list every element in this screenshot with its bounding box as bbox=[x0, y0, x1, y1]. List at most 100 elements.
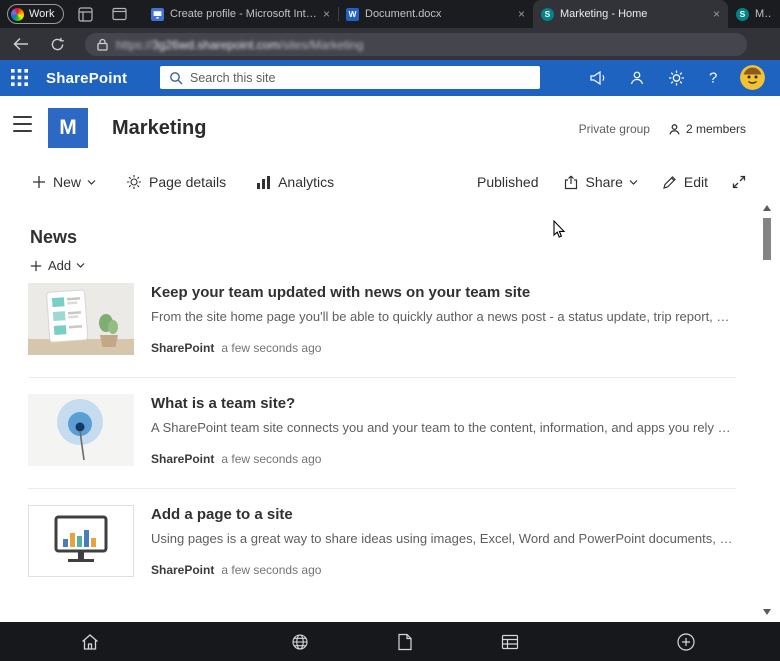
edit-label: Edit bbox=[684, 174, 708, 190]
tab-close-icon[interactable]: × bbox=[323, 8, 330, 20]
news-item-description: A SharePoint team site connects you and … bbox=[151, 420, 736, 435]
sharepoint-brand[interactable]: SharePoint bbox=[46, 70, 127, 87]
members-button[interactable]: 2 members bbox=[668, 122, 746, 136]
pencil-icon bbox=[662, 175, 677, 190]
news-item-text: What is a team site? A SharePoint team s… bbox=[151, 394, 736, 466]
home-icon[interactable] bbox=[81, 633, 99, 650]
news-item[interactable]: Keep your team updated with news on your… bbox=[28, 283, 736, 378]
scroll-down-arrow-icon[interactable] bbox=[763, 609, 771, 615]
url-path: /sites/Marketing bbox=[279, 38, 363, 52]
page-details-gear-icon bbox=[126, 174, 142, 190]
workspaces-icon[interactable] bbox=[78, 7, 93, 22]
tab-title: Create profile - Microsoft Intune bbox=[170, 8, 317, 20]
expand-page-button[interactable] bbox=[732, 175, 746, 189]
person-icon bbox=[668, 123, 681, 136]
globe-icon[interactable] bbox=[292, 633, 309, 650]
news-item-description: From the site home page you'll be able t… bbox=[151, 309, 736, 324]
back-icon[interactable] bbox=[13, 37, 29, 51]
site-logo[interactable]: M bbox=[48, 108, 88, 148]
news-item-title[interactable]: Add a page to a site bbox=[151, 506, 736, 523]
news-thumbnail-circles bbox=[28, 394, 134, 466]
news-item-meta: SharePoint a few seconds ago bbox=[151, 452, 736, 466]
sharepoint-suite-bar: SharePoint ? bbox=[0, 60, 780, 96]
page-scrollbar[interactable] bbox=[762, 204, 772, 617]
edit-button[interactable]: Edit bbox=[662, 174, 708, 190]
help-icon[interactable]: ? bbox=[709, 70, 717, 87]
chevron-down-icon bbox=[76, 263, 85, 268]
news-item-meta: SharePoint a few seconds ago bbox=[151, 341, 736, 355]
screen: { "browser": { "profile_label": "Work", … bbox=[0, 0, 780, 661]
scroll-up-arrow-icon[interactable] bbox=[763, 205, 771, 211]
chevron-down-icon bbox=[87, 180, 96, 185]
mouse-cursor bbox=[553, 220, 566, 239]
news-source: SharePoint bbox=[151, 341, 214, 355]
settings-gear-icon[interactable] bbox=[668, 70, 685, 87]
page-details-label: Page details bbox=[149, 174, 226, 190]
news-thumbnail-tablet bbox=[28, 283, 134, 355]
tab-title: Marketing - Home bbox=[560, 8, 707, 20]
add-icon[interactable] bbox=[677, 632, 696, 651]
browser-profile-button[interactable]: Work bbox=[7, 4, 64, 24]
browser-tab-strip: Work Create profile - Microsoft Intune ×… bbox=[0, 0, 780, 28]
chevron-down-icon bbox=[629, 180, 638, 185]
hamburger-menu-icon[interactable] bbox=[13, 116, 32, 137]
tab-actions-icon[interactable] bbox=[112, 7, 127, 21]
command-bar: New Page details Analytics Published Sha… bbox=[0, 162, 780, 202]
news-source: SharePoint bbox=[151, 452, 214, 466]
list-icon[interactable] bbox=[502, 634, 519, 649]
news-timestamp: a few seconds ago bbox=[221, 452, 321, 466]
site-search[interactable] bbox=[160, 66, 540, 89]
news-timestamp: a few seconds ago bbox=[221, 341, 321, 355]
add-news-button[interactable]: Add bbox=[30, 258, 85, 273]
url-host: 3g26wd.sharepoint.com bbox=[152, 38, 279, 52]
profile-label: Work bbox=[29, 8, 54, 20]
bottom-toolbar bbox=[0, 622, 780, 661]
search-icon bbox=[169, 71, 183, 85]
news-item[interactable]: What is a team site? A SharePoint team s… bbox=[28, 378, 736, 489]
news-timestamp: a few seconds ago bbox=[221, 563, 321, 577]
site-header-meta: Private group 2 members bbox=[579, 122, 746, 136]
app-launcher-icon[interactable] bbox=[11, 69, 28, 86]
word-favicon: W bbox=[346, 8, 359, 21]
news-item-text: Add a page to a site Using pages is a gr… bbox=[151, 505, 736, 577]
plus-icon bbox=[30, 260, 42, 272]
news-item-description: Using pages is a great way to share idea… bbox=[151, 531, 736, 546]
browser-tab-word[interactable]: W Document.docx × bbox=[338, 0, 533, 28]
address-bar[interactable]: https://3g26wd.sharepoint.com/sites/Mark… bbox=[85, 33, 747, 56]
news-source: SharePoint bbox=[151, 563, 214, 577]
refresh-icon[interactable] bbox=[50, 37, 65, 52]
url-text: https://3g26wd.sharepoint.com/sites/Mark… bbox=[116, 38, 363, 52]
sharepoint-favicon: S bbox=[736, 8, 749, 21]
browser-toolbar: https://3g26wd.sharepoint.com/sites/Mark… bbox=[0, 28, 780, 60]
tab-close-icon[interactable]: × bbox=[713, 8, 720, 20]
new-button[interactable]: New bbox=[32, 174, 96, 190]
news-list: Keep your team updated with news on your… bbox=[28, 283, 736, 599]
news-item-title[interactable]: What is a team site? bbox=[151, 395, 736, 412]
share-label: Share bbox=[586, 174, 623, 190]
privacy-label: Private group bbox=[579, 122, 650, 136]
tab-list: Create profile - Microsoft Intune × W Do… bbox=[143, 0, 780, 28]
browser-tab-marketing-active[interactable]: S Marketing - Home × bbox=[533, 0, 728, 28]
profile-avatar[interactable] bbox=[740, 65, 765, 90]
megaphone-icon[interactable] bbox=[589, 70, 607, 86]
tab-title: Document.docx bbox=[365, 8, 512, 20]
search-input[interactable] bbox=[190, 71, 520, 85]
news-item-title[interactable]: Keep your team updated with news on your… bbox=[151, 284, 736, 301]
analytics-button[interactable]: Analytics bbox=[256, 174, 334, 190]
analytics-label: Analytics bbox=[278, 174, 334, 190]
browser-tab-partial[interactable]: S Mark bbox=[728, 0, 780, 28]
people-icon[interactable] bbox=[629, 70, 645, 86]
news-item[interactable]: Add a page to a site Using pages is a gr… bbox=[28, 489, 736, 599]
bar-chart-icon bbox=[256, 175, 271, 190]
scrollbar-thumb[interactable] bbox=[763, 218, 771, 260]
url-scheme: https:// bbox=[116, 38, 152, 52]
site-title: Marketing bbox=[112, 117, 206, 140]
share-button[interactable]: Share bbox=[563, 174, 638, 190]
document-icon[interactable] bbox=[398, 633, 412, 650]
tab-close-icon[interactable]: × bbox=[518, 8, 525, 20]
browser-tab-intune[interactable]: Create profile - Microsoft Intune × bbox=[143, 0, 338, 28]
page-details-button[interactable]: Page details bbox=[126, 174, 226, 190]
sharepoint-favicon: S bbox=[541, 8, 554, 21]
new-label: New bbox=[53, 174, 81, 190]
news-heading: News bbox=[30, 227, 77, 248]
